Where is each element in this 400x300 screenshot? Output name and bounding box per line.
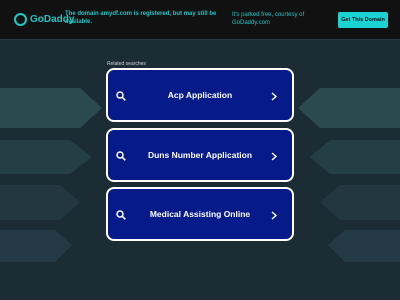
related-searches-label: Related searches: [107, 61, 146, 67]
bg-arrow-shape: [310, 140, 400, 174]
parking-banner: GoDaddy The domain amydf.com is register…: [0, 0, 400, 40]
courtesy-text: It's parked free, courtesy of GoDaddy.co…: [232, 12, 305, 26]
bg-arrow-shape: [0, 88, 102, 128]
get-this-domain-button[interactable]: Get This Domain: [338, 12, 388, 28]
chevron-right-icon: [271, 92, 278, 101]
domain-notice: The domain amydf.com is registered, but …: [65, 11, 217, 25]
related-link-duns-number-application[interactable]: Duns Number Application: [106, 128, 294, 182]
bg-arrow-shape: [298, 88, 400, 128]
bg-arrow-shape: [320, 185, 400, 220]
chevron-right-icon: [271, 211, 278, 220]
bg-arrow-shape: [0, 140, 92, 174]
related-link-acp-application[interactable]: Acp Application: [106, 68, 294, 122]
godaddy-logo-icon: [14, 12, 27, 26]
related-link-medical-assisting-online[interactable]: Medical Assisting Online: [106, 187, 294, 241]
bg-arrow-shape: [0, 185, 80, 220]
related-link-label: Medical Assisting Online: [149, 209, 251, 219]
related-link-label: Duns Number Application: [147, 150, 253, 160]
bg-arrow-shape: [0, 230, 72, 262]
chevron-right-icon: [271, 152, 278, 161]
related-link-label: Acp Application: [167, 90, 233, 100]
bg-arrow-shape: [328, 230, 400, 262]
